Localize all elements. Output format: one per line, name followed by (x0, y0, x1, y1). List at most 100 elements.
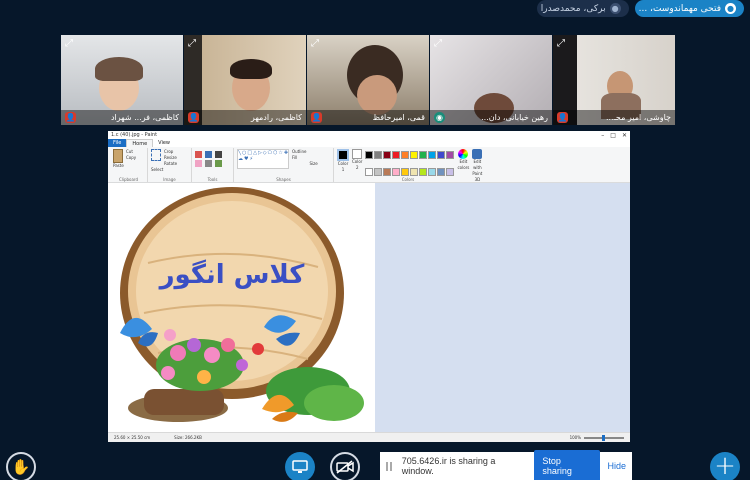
stop-sharing-button[interactable]: Stop sharing (534, 450, 600, 480)
paint-title: 1.c (40).jpg - Paint (111, 132, 158, 138)
group-label-image: Image (163, 177, 176, 182)
position-readout: 25.60 × 25.50 cm (114, 435, 151, 440)
edit-colors-icon[interactable] (458, 149, 469, 159)
paint-canvas[interactable]: کلاس انگور (108, 183, 375, 433)
group-label-clipboard: Clipboard (118, 177, 139, 182)
color-swatch[interactable] (365, 167, 374, 176)
rotate-button[interactable]: Rotate (164, 161, 177, 167)
webcam-strip: ⤢ 👤 کاظمی، فر... شهراد ⤢ 👤 کاظمی، رادمهر… (61, 35, 675, 125)
paint-statusbar: 25.60 × 25.50 cm Size: 266.2KB 100% (108, 432, 630, 442)
paint-workspace[interactable]: کلاس انگور (108, 183, 630, 433)
group-label-shapes: Shapes (276, 177, 291, 182)
paste-icon[interactable] (113, 149, 123, 163)
select-icon[interactable] (151, 149, 161, 161)
tab-home[interactable]: Home (126, 139, 154, 147)
monitor-icon (292, 460, 308, 473)
expand-icon[interactable]: ⤢ (434, 38, 446, 50)
expand-icon[interactable]: ⤢ (65, 38, 77, 50)
paint3d-icon[interactable] (472, 149, 483, 159)
color-swatch[interactable] (365, 151, 374, 159)
color-swatch[interactable] (383, 151, 392, 159)
zoom-slider[interactable] (584, 434, 624, 441)
fill-icon[interactable] (205, 151, 212, 158)
active-speakers: ● برکی، محمدصدرا ● فتحی مهماندوست، ... (536, 0, 744, 18)
shapes-gallery[interactable]: ╲○□△▷◇⬠⬡☆✚➜➝↑↓✦☁♥⚡ (237, 149, 289, 169)
color-swatch[interactable] (410, 167, 419, 176)
size-button[interactable]: Size (309, 161, 317, 169)
fill-button[interactable]: Fill (292, 155, 306, 161)
color-swatch[interactable] (437, 167, 446, 176)
tab-view[interactable]: View (153, 139, 175, 147)
participant-name: قمی، امیرحافظ (372, 113, 425, 122)
zoom-level: 100% (569, 435, 581, 440)
webcam-tile[interactable]: ⤢ 👤 کاظمی، فر... شهراد (61, 35, 183, 125)
color-swatch[interactable] (428, 151, 437, 159)
minimize-icon[interactable]: – (601, 132, 604, 139)
screen-share-button[interactable] (285, 452, 315, 480)
user-icon: 👤 (65, 112, 76, 123)
group-label-tools: Tools (207, 177, 218, 182)
participant-name: کاظمی، رادمهر (250, 113, 302, 122)
color-swatch[interactable] (437, 151, 446, 159)
tools-group: Tools (192, 148, 234, 182)
camera-off-button[interactable] (330, 452, 360, 480)
color-swatch[interactable] (428, 167, 437, 176)
color1-swatch[interactable] (337, 149, 349, 161)
copy-button[interactable]: Copy (126, 155, 136, 161)
color-swatch[interactable] (392, 167, 401, 176)
picker-icon[interactable] (205, 160, 212, 167)
expand-icon[interactable]: ⤢ (557, 38, 569, 50)
eraser-icon[interactable] (195, 160, 202, 167)
color-swatch[interactable] (383, 167, 392, 176)
color-swatch[interactable] (419, 151, 428, 159)
colors-group: Color 1 Color 2 Edit colors Edit with Pa… (334, 148, 483, 182)
color-swatch[interactable] (374, 167, 383, 176)
actions-plus-button[interactable]: + (710, 452, 740, 480)
image-group: Crop Resize Rotate Select Image (148, 148, 192, 182)
hide-button[interactable]: Hide (608, 461, 627, 471)
sharing-message: 705.6426.ir is sharing a window. (401, 456, 496, 476)
shapes-group: ╲○□△▷◇⬠⬡☆✚➜➝↑↓✦☁♥⚡ Outline Fill Size Sha… (234, 148, 334, 182)
color-swatch[interactable] (401, 151, 410, 159)
color-swatch[interactable] (446, 151, 455, 159)
paste-button[interactable]: Paste (113, 163, 144, 169)
color2-label: Color 2 (352, 159, 363, 170)
color-swatch[interactable] (446, 167, 455, 176)
magnifier-icon[interactable] (215, 160, 222, 167)
close-icon[interactable]: ✕ (622, 132, 627, 139)
plus-icon: + (714, 451, 736, 480)
headset-icon: ◉ (434, 112, 445, 123)
color-swatch[interactable] (401, 167, 410, 176)
webcam-tile[interactable]: ⤢ ◉ رهین خیابانی، دان... (430, 35, 552, 125)
color2-swatch[interactable] (352, 149, 362, 159)
participant-name: چاوشی، امیر محـ... (605, 113, 671, 122)
color-swatch[interactable] (374, 151, 383, 159)
edit-colors-button[interactable]: Edit colors (457, 159, 469, 171)
expand-icon[interactable]: ⤢ (188, 38, 200, 50)
webcam-tile[interactable]: ⤢ 👤 چاوشی، امیر محـ... (553, 35, 675, 125)
pencil-icon[interactable] (195, 151, 202, 158)
webcam-tile[interactable]: ⤢ 👤 قمی، امیرحافظ (307, 35, 429, 125)
expand-icon[interactable]: ⤢ (311, 38, 323, 50)
color-swatch[interactable] (410, 151, 419, 159)
select-button[interactable]: Select (151, 167, 188, 173)
talker-badge-1[interactable]: ● فتحی مهماندوست، ... (634, 0, 744, 17)
webcam-tile[interactable]: ⤢ 👤 کاظمی، رادمهر (184, 35, 306, 125)
raise-hand-button[interactable]: ✋ (6, 452, 36, 480)
group-label-colors: Colors (401, 177, 415, 182)
color1-label: Color 1 (337, 161, 349, 172)
talker-name: فتحی مهماندوست، ... (638, 3, 721, 14)
raise-hand-icon: ✋ (11, 458, 31, 476)
paint-titlebar: 1.c (40).jpg - Paint – □ ✕ (108, 131, 630, 139)
mic-icon: ● (725, 3, 736, 14)
color-swatch[interactable] (419, 167, 428, 176)
tab-file[interactable]: File (108, 139, 127, 147)
color-swatch[interactable] (392, 151, 401, 159)
paint-menu-tabs: File Home View (108, 139, 630, 147)
maximize-icon[interactable]: □ (610, 132, 616, 139)
text-icon[interactable] (215, 151, 222, 158)
talker-badge-2[interactable]: ● برکی، محمدصدرا (536, 0, 629, 17)
sharing-notification-bar: 705.6426.ir is sharing a window. Stop sh… (380, 450, 632, 480)
talker-name: برکی، محمدصدرا (540, 3, 606, 14)
video-off-icon (336, 460, 354, 474)
